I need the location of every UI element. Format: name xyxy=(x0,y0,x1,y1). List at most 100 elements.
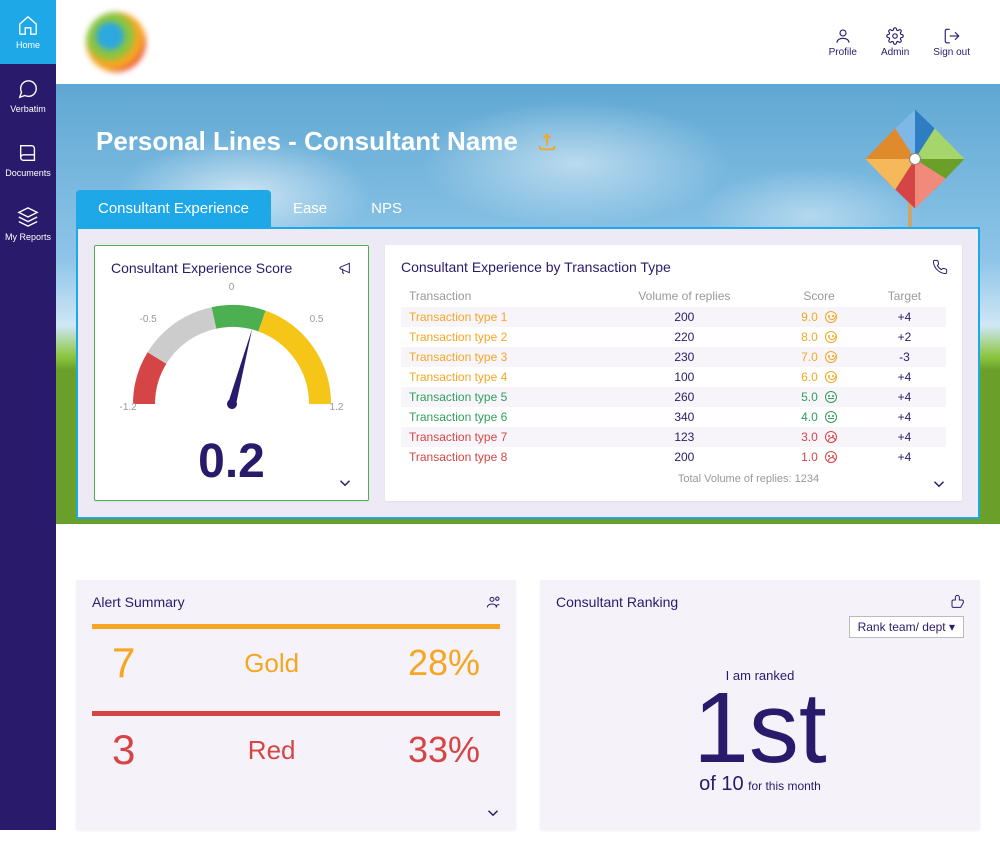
rank-value: 1st xyxy=(556,683,964,773)
sidebar-label: Home xyxy=(16,40,40,50)
face-icon xyxy=(825,451,837,463)
gauge-tick: -1.2 xyxy=(120,402,137,413)
tx-volume: 260 xyxy=(593,387,775,407)
ranking-title: Consultant Ranking xyxy=(556,594,964,610)
tx-name: Transaction type 3 xyxy=(401,347,593,367)
tab-label: Ease xyxy=(293,200,327,217)
profile-label: Profile xyxy=(829,47,857,58)
col-volume: Volume of replies xyxy=(593,285,775,307)
tx-name: Transaction type 5 xyxy=(401,387,593,407)
alert-label: Red xyxy=(248,735,296,766)
users-icon[interactable] xyxy=(486,594,502,610)
tx-score: 3.0 xyxy=(775,427,863,447)
alert-percent: 28% xyxy=(408,642,480,684)
table-row[interactable]: Transaction type 63404.0 +4 xyxy=(401,407,946,427)
tx-target: +2 xyxy=(863,327,946,347)
col-target: Target xyxy=(863,285,946,307)
sidebar-item-documents[interactable]: Documents xyxy=(0,128,56,192)
megaphone-icon[interactable] xyxy=(338,260,354,276)
tx-score: 6.0 xyxy=(775,367,863,387)
rank-period: for this month xyxy=(748,779,821,793)
alert-count: 7 xyxy=(112,639,135,687)
admin-button[interactable]: Admin xyxy=(881,27,909,58)
sidebar-label: My Reports xyxy=(5,232,51,242)
tx-target: +4 xyxy=(863,407,946,427)
sidebar-item-myreports[interactable]: My Reports xyxy=(0,192,56,256)
tx-target: -3 xyxy=(863,347,946,367)
tx-target: +4 xyxy=(863,447,946,467)
tx-name: Transaction type 1 xyxy=(401,307,593,327)
tab-consultant-experience[interactable]: Consultant Experience xyxy=(76,190,271,227)
rank-filter-dropdown[interactable]: Rank team/ dept ▾ xyxy=(849,616,964,638)
signout-label: Sign out xyxy=(933,47,970,58)
chat-icon xyxy=(17,78,39,100)
table-row[interactable]: Transaction type 12009.0 +4 xyxy=(401,307,946,327)
table-row[interactable]: Transaction type 71233.0 +4 xyxy=(401,427,946,447)
face-icon xyxy=(825,391,837,403)
share-icon[interactable] xyxy=(536,131,558,153)
tx-volume: 200 xyxy=(593,307,775,327)
tab-label: Consultant Experience xyxy=(98,200,249,217)
page-title: Personal Lines - Consultant Name xyxy=(96,126,518,157)
tx-target: +4 xyxy=(863,427,946,447)
face-icon xyxy=(825,371,837,383)
gear-icon xyxy=(886,27,904,45)
transactions-title: Consultant Experience by Transaction Typ… xyxy=(401,259,946,275)
gauge-tick: -0.5 xyxy=(140,314,157,325)
table-row[interactable]: Transaction type 41006.0 +4 xyxy=(401,367,946,387)
tab-nps[interactable]: NPS xyxy=(349,190,424,227)
tx-volume: 230 xyxy=(593,347,775,367)
tab-label: NPS xyxy=(371,200,402,217)
sidebar-label: Documents xyxy=(5,168,51,178)
table-row[interactable]: Transaction type 22208.0 +2 xyxy=(401,327,946,347)
gauge-chart: 0 -0.5 0.5 -1.2 1.2 xyxy=(112,284,352,444)
logo xyxy=(86,12,146,72)
chevron-down-icon[interactable] xyxy=(484,804,502,822)
phone-icon[interactable] xyxy=(932,259,948,275)
col-transaction: Transaction xyxy=(401,285,593,307)
alert-summary-card: Alert Summary 7Gold28%3Red33% xyxy=(76,580,516,830)
transactions-table: Transaction Volume of replies Score Targ… xyxy=(401,285,946,467)
chevron-down-icon[interactable] xyxy=(930,475,948,493)
tx-volume: 200 xyxy=(593,447,775,467)
tx-volume: 123 xyxy=(593,427,775,447)
gauge-tick: 0 xyxy=(229,282,235,293)
tx-volume: 100 xyxy=(593,367,775,387)
alert-row: 7 Gold 28% xyxy=(92,624,500,697)
total-replies: Total Volume of replies: 1234 xyxy=(401,473,946,485)
sidebar-item-verbatim[interactable]: Verbatim xyxy=(0,64,56,128)
layers-icon xyxy=(17,206,39,228)
col-score: Score xyxy=(775,285,863,307)
tx-name: Transaction type 8 xyxy=(401,447,593,467)
table-row[interactable]: Transaction type 32307.0 -3 xyxy=(401,347,946,367)
ranking-body: I am ranked 1st of 10 for this month xyxy=(556,668,964,796)
alerts-title: Alert Summary xyxy=(92,594,500,610)
main-panel: Consultant Experience Score 0 -0.5 0.5 -… xyxy=(76,227,980,519)
tx-target: +4 xyxy=(863,307,946,327)
table-row[interactable]: Transaction type 82001.0 +4 xyxy=(401,447,946,467)
table-row[interactable]: Transaction type 52605.0 +4 xyxy=(401,387,946,407)
rank-of: of 10 xyxy=(699,773,743,795)
tx-score: 4.0 xyxy=(775,407,863,427)
gauge-card: Consultant Experience Score 0 -0.5 0.5 -… xyxy=(94,245,369,501)
face-icon xyxy=(825,331,837,343)
face-icon xyxy=(825,431,837,443)
thumbs-up-icon[interactable] xyxy=(950,594,966,610)
signout-button[interactable]: Sign out xyxy=(933,27,970,58)
alert-label: Gold xyxy=(244,648,299,679)
chevron-down-icon[interactable] xyxy=(336,474,354,492)
sidebar-label: Verbatim xyxy=(10,104,46,114)
tx-volume: 220 xyxy=(593,327,775,347)
hero: Personal Lines - Consultant Name Consult… xyxy=(56,84,1000,524)
tabs: Consultant Experience Ease NPS xyxy=(76,187,980,227)
tx-score: 5.0 xyxy=(775,387,863,407)
signout-icon xyxy=(943,27,961,45)
gauge-tick: 1.2 xyxy=(330,402,344,413)
sidebar-item-home[interactable]: Home xyxy=(0,0,56,64)
tab-ease[interactable]: Ease xyxy=(271,190,349,227)
tx-name: Transaction type 6 xyxy=(401,407,593,427)
tx-score: 9.0 xyxy=(775,307,863,327)
profile-button[interactable]: Profile xyxy=(829,27,857,58)
tx-score: 1.0 xyxy=(775,447,863,467)
book-icon xyxy=(17,142,39,164)
